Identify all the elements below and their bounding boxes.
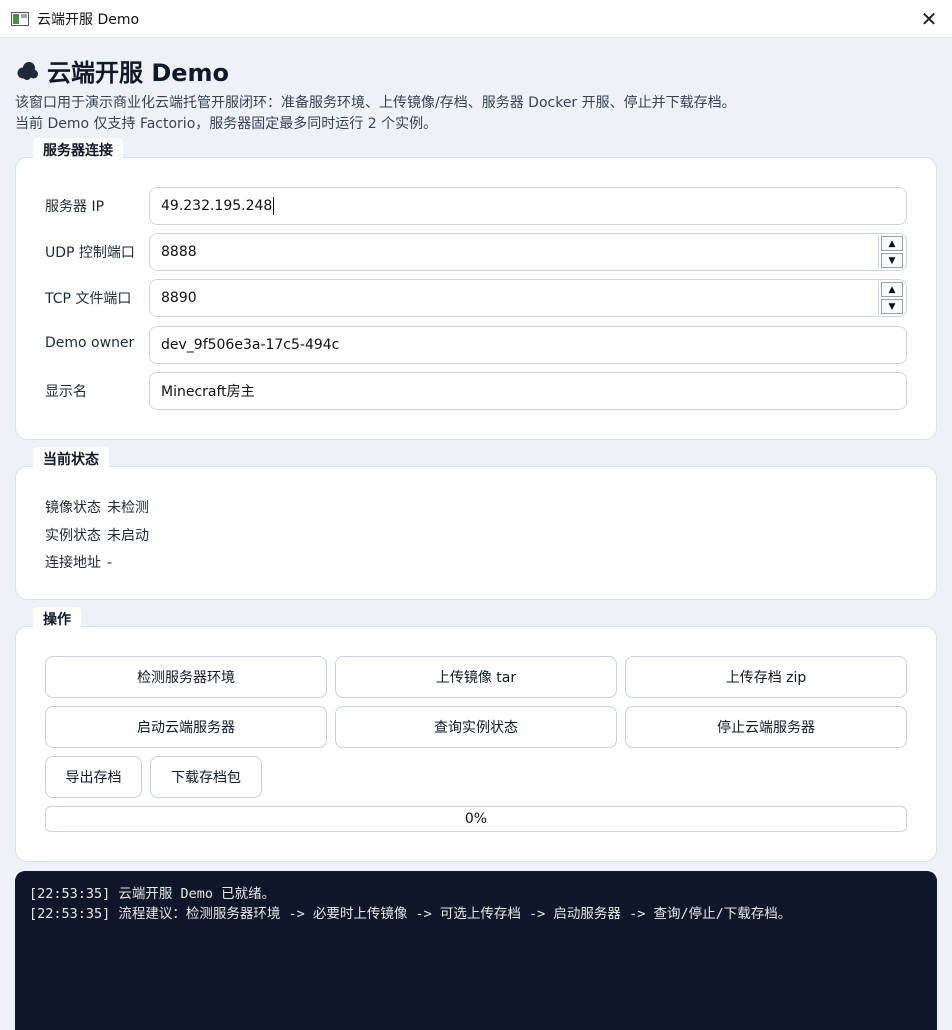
app-window-icon <box>11 11 29 26</box>
status-group-title: 当前状态 <box>33 447 109 473</box>
connection-group-title: 服务器连接 <box>33 138 123 164</box>
address-row: 连接地址 - <box>45 552 112 572</box>
chevron-down-icon[interactable]: ▼ <box>881 253 903 268</box>
connection-group: 服务器连接 服务器 IP 49.232.195.248 UDP 控制端口 888… <box>15 138 937 440</box>
cloud-icon <box>17 61 38 80</box>
address-value: - <box>107 555 113 571</box>
text-caret <box>273 197 275 215</box>
description-line-2: 当前 Demo 仅支持 Factorio，服务器固定最多同时运行 2 个实例。 <box>15 116 438 132</box>
image-status-row: 镜像状态 未检测 <box>45 497 149 517</box>
image-status-label: 镜像状态 <box>45 500 101 516</box>
owner-input[interactable]: dev_9f506e3a-17c5-494c <box>149 326 907 364</box>
instance-status-value: 未启动 <box>107 528 149 544</box>
log-line: [22:53:35] 云端开服 Demo 已就绪。 <box>29 886 276 902</box>
ip-value: 49.232.195.248 <box>161 198 273 214</box>
tcp-port-spinbox[interactable]: 8890 ▲ ▼ <box>149 279 907 317</box>
udp-port-label: UDP 控制端口 <box>45 245 135 261</box>
title-bar: 云端开服 Demo ✕ <box>0 0 952 38</box>
log-console[interactable]: [22:53:35] 云端开服 Demo 已就绪。 [22:53:35] 流程建… <box>15 871 937 1030</box>
ip-label: 服务器 IP <box>45 199 105 215</box>
udp-port-spinbox[interactable]: 8888 ▲ ▼ <box>149 233 907 271</box>
display-name-input[interactable]: Minecraft房主 <box>149 372 907 410</box>
status-group: 当前状态 镜像状态 未检测 实例状态 未启动 连接地址 - <box>15 447 937 600</box>
owner-label: Demo owner <box>45 335 135 351</box>
download-save-button[interactable]: 下载存档包 <box>150 756 262 798</box>
window-title: 云端开服 Demo <box>37 11 140 28</box>
chevron-up-icon[interactable]: ▲ <box>881 282 903 297</box>
close-icon[interactable]: ✕ <box>918 8 940 30</box>
instance-status-row: 实例状态 未启动 <box>45 525 149 545</box>
actions-group-title: 操作 <box>33 607 81 633</box>
tcp-port-value: 8890 <box>161 290 197 306</box>
upload-image-button[interactable]: 上传镜像 tar <box>335 656 617 698</box>
chevron-up-icon[interactable]: ▲ <box>881 236 903 251</box>
udp-port-value: 8888 <box>161 244 197 260</box>
description-line-1: 该窗口用于演示商业化云端托管开服闭环：准备服务环境、上传镜像/存档、服务器 Do… <box>15 95 736 111</box>
display-name-label: 显示名 <box>45 384 87 400</box>
progress-bar: 0% <box>45 806 907 832</box>
ip-input[interactable]: 49.232.195.248 <box>149 187 907 225</box>
address-label: 连接地址 <box>45 555 101 571</box>
export-save-button[interactable]: 导出存档 <box>45 756 142 798</box>
tcp-port-label: TCP 文件端口 <box>45 291 132 307</box>
stop-server-button[interactable]: 停止云端服务器 <box>625 706 907 748</box>
image-status-value: 未检测 <box>107 500 149 516</box>
upload-save-button[interactable]: 上传存档 zip <box>625 656 907 698</box>
query-status-button[interactable]: 查询实例状态 <box>335 706 617 748</box>
instance-status-label: 实例状态 <box>45 528 101 544</box>
progress-text: 0% <box>464 811 488 827</box>
chevron-down-icon[interactable]: ▼ <box>881 299 903 314</box>
page-heading: 云端开服 Demo <box>15 53 229 88</box>
udp-port-stepper: ▲ ▼ <box>878 235 905 269</box>
display-name-value: Minecraft房主 <box>161 384 255 400</box>
tcp-port-stepper: ▲ ▼ <box>878 281 905 315</box>
owner-value: dev_9f506e3a-17c5-494c <box>161 337 340 353</box>
check-env-button[interactable]: 检测服务器环境 <box>45 656 327 698</box>
actions-group: 操作 检测服务器环境 上传镜像 tar 上传存档 zip 启动云端服务器 查询实… <box>15 607 937 862</box>
log-line: [22:53:35] 流程建议：检测服务器环境 -> 必要时上传镜像 -> 可选… <box>29 906 792 922</box>
page-title: 云端开服 Demo <box>47 59 230 87</box>
start-server-button[interactable]: 启动云端服务器 <box>45 706 327 748</box>
